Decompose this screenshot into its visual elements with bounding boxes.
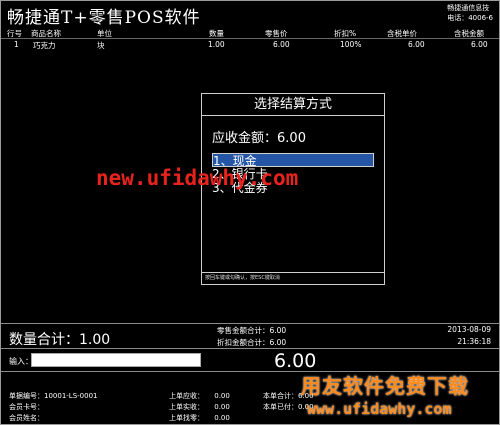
company-name: 畅捷通信息技 — [447, 4, 490, 12]
current-date: 2013-08-09 — [447, 325, 491, 334]
member-card-label: 会员卡号： — [9, 403, 44, 411]
cell-line-no: 1 — [14, 40, 19, 49]
member-name-label: 会员姓名： — [9, 414, 44, 422]
member-name: 会员姓名： — [9, 413, 44, 423]
retail-total-label: 零售金额合计： — [217, 326, 270, 335]
retail-total-value: 6.00 — [269, 326, 287, 335]
cell-unit: 块 — [97, 41, 105, 50]
last-change-value: 0.00 — [214, 414, 230, 422]
corner-watermark-title: 用友软件免费下载 — [301, 374, 469, 398]
cur-paid-label: 本单已付： — [263, 403, 298, 411]
last-receivable: 上单应收： 0.00 — [169, 391, 230, 401]
current-time: 21:36:18 — [457, 337, 491, 346]
dialog-title-divider — [202, 115, 384, 116]
app-title: 畅捷通T+零售POS软件 — [7, 8, 201, 28]
cell-discount: 100% — [340, 40, 362, 49]
doc-no: 单据编号：10001-LS-0001 — [9, 391, 97, 401]
discount-total: 折扣金额合计：6.00 — [217, 337, 286, 348]
table-row[interactable]: 1 巧克力 块 1.00 6.00 100% 6.00 6.00 — [1, 40, 499, 50]
receivable-value: 6.00 — [277, 131, 306, 146]
cur-paid: 本单已付：0.00 — [263, 402, 314, 412]
input-divider — [1, 348, 499, 349]
cur-total-label: 本单合计： — [263, 392, 298, 400]
last-receivable-value: 0.00 — [214, 392, 230, 400]
member-card: 会员卡号： — [9, 402, 44, 412]
cell-qty: 1.00 — [208, 40, 225, 49]
pos-window: 畅捷通T+零售POS软件 畅捷通信息技 电话：4006-6 行号 商品名称 单位… — [0, 0, 500, 425]
cell-price: 6.00 — [273, 40, 290, 49]
summary-divider — [1, 323, 499, 324]
last-change-label: 上单找零： — [169, 414, 204, 422]
last-received-value: 0.00 — [214, 403, 230, 411]
discount-total-value: 6.00 — [269, 338, 287, 347]
company-phone: 电话：4006-6 — [447, 14, 493, 22]
doc-no-label: 单据编号： — [9, 392, 44, 400]
header-divider — [1, 38, 499, 39]
last-change: 上单找零： 0.00 — [169, 413, 230, 423]
watermark-url: new.ufidawhy.com — [96, 166, 299, 190]
last-received: 上单实收： 0.00 — [169, 402, 230, 412]
cell-tax-amount: 6.00 — [471, 40, 488, 49]
company-info: 畅捷通信息技 电话：4006-6 — [447, 3, 493, 23]
title-bar: 畅捷通T+零售POS软件 畅捷通信息技 电话：4006-6 — [1, 1, 499, 28]
payment-option-cash[interactable]: 1、现金 — [212, 153, 374, 168]
table-header: 行号 商品名称 单位 数量 零售价 折扣% 含税单价 含税金额 — [1, 28, 499, 38]
big-amount-display: 6.00 — [274, 350, 317, 372]
input-label: 输入： — [9, 357, 33, 366]
cell-tax-price: 6.00 — [408, 40, 425, 49]
receivable-label: 应收金额： — [212, 131, 278, 146]
last-receivable-label: 上单应收： — [169, 392, 204, 400]
cell-product: 巧克力 — [33, 41, 56, 50]
discount-total-label: 折扣金额合计： — [217, 338, 270, 347]
doc-no-value: 10001-LS-0001 — [44, 392, 98, 400]
receivable-amount: 应收金额：6.00 — [212, 127, 306, 146]
qty-total-value: 1.00 — [79, 332, 111, 348]
corner-watermark-url: www.ufidawhy.com — [307, 400, 452, 418]
qty-total: 数量合计：1.00 — [9, 329, 110, 349]
dialog-hint: 按回车键或勾确认，按ESC键取消 — [205, 275, 280, 281]
last-received-label: 上单实收： — [169, 403, 204, 411]
retail-total: 零售金额合计：6.00 — [217, 325, 286, 336]
dialog-title: 选择结算方式 — [253, 97, 332, 112]
dialog-footer-divider — [202, 272, 384, 273]
barcode-input[interactable] — [31, 353, 201, 367]
qty-total-label: 数量合计： — [9, 332, 79, 348]
